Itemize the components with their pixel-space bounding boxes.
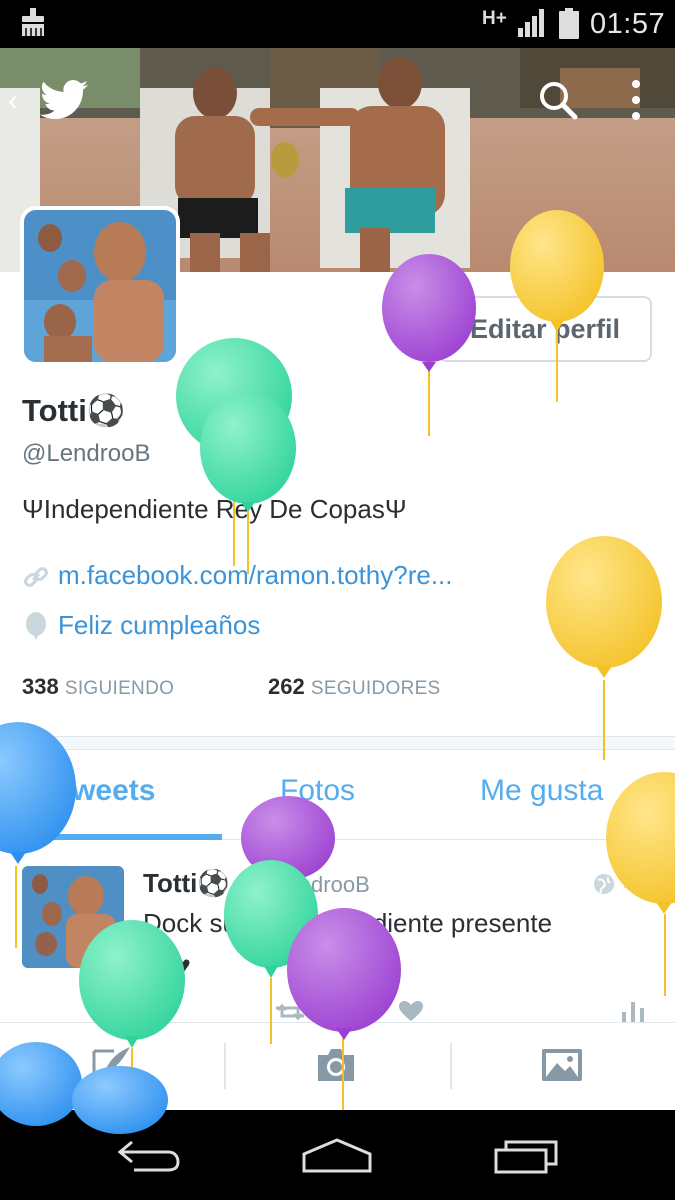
profile-location: Feliz cumpleaños [58, 610, 261, 640]
profile-link[interactable]: m.facebook.com/ramon.tothy?re... [58, 560, 453, 590]
tweet-author-handle: @LendrooB [252, 872, 370, 897]
profile-screen: H+ 01:57 ‹ Editar perfil Totti⚽ @Lendroo… [0, 0, 675, 1200]
profile-avatar[interactable] [20, 206, 180, 366]
link-icon [24, 567, 48, 588]
reply-icon[interactable] [143, 1002, 173, 1022]
recents-nav-icon[interactable] [492, 1138, 560, 1174]
tweet-avatar[interactable] [22, 866, 124, 968]
profile-tabs: Tweets Fotos Me gusta [0, 750, 675, 840]
cleaner-brush-icon [22, 8, 44, 36]
more-options-icon[interactable] [630, 78, 642, 122]
compose-separator [450, 1043, 452, 1089]
balloon-icon [26, 612, 46, 641]
balloon-green-1 [176, 338, 292, 566]
android-nav-bar [0, 1110, 675, 1200]
active-tab-indicator [0, 834, 222, 840]
network-type: H+ [482, 8, 507, 29]
status-bar: H+ 01:57 [0, 0, 675, 48]
gallery-icon[interactable] [540, 1045, 584, 1085]
back-icon[interactable]: ‹ [8, 86, 28, 116]
followers-stat[interactable]: 262 SEGUIDORES [268, 674, 441, 700]
tweet-author-name[interactable]: Totti⚽ [143, 868, 230, 899]
battery-icon [559, 8, 579, 39]
balloon-yellow-2 [546, 536, 662, 760]
profile-handle: @LendrooB [22, 440, 151, 467]
back-nav-icon[interactable] [116, 1138, 182, 1174]
profile-location-row: Feliz cumpleaños [22, 610, 260, 642]
twitter-bird-icon [40, 80, 88, 119]
following-stat[interactable]: 338 SIGUIENDO [22, 674, 174, 700]
tab-tweets[interactable]: Tweets [56, 774, 155, 808]
edit-profile-button[interactable]: Editar perfil [438, 296, 652, 362]
camera-icon[interactable] [314, 1045, 358, 1085]
profile-bio: ΨIndependiente Rey De CopasΨ [22, 494, 407, 524]
balloon-green-2 [200, 392, 296, 574]
tweet-actions [0, 998, 675, 1022]
tab-photos[interactable]: Fotos [280, 774, 355, 808]
like-icon[interactable] [398, 1000, 424, 1022]
profile-link-row[interactable]: m.facebook.com/ramon.tothy?re... [22, 560, 453, 591]
following-count: 338 [22, 674, 59, 699]
compose-bar [0, 1022, 675, 1110]
section-divider [0, 736, 675, 750]
followers-label: SEGUIDORES [310, 678, 441, 699]
compose-separator [224, 1043, 226, 1089]
profile-name: Totti⚽ [22, 393, 126, 428]
search-icon[interactable] [538, 80, 578, 120]
tweet-emoji: 🖐♥ [143, 950, 191, 980]
analytics-icon[interactable] [620, 1000, 646, 1022]
signal-icon [518, 9, 544, 37]
home-nav-icon[interactable] [300, 1138, 374, 1174]
following-label: SIGUIENDO [64, 678, 175, 699]
followers-count: 262 [268, 674, 305, 699]
clock: 01:57 [590, 8, 666, 40]
globe-icon [594, 874, 614, 894]
compose-tweet-icon[interactable] [90, 1045, 134, 1085]
retweet-icon[interactable] [272, 1002, 308, 1022]
tweet-time: 4d [624, 871, 649, 896]
tab-likes[interactable]: Me gusta [480, 774, 603, 808]
tweet-text: Dock sud e independiente presente [143, 908, 553, 938]
